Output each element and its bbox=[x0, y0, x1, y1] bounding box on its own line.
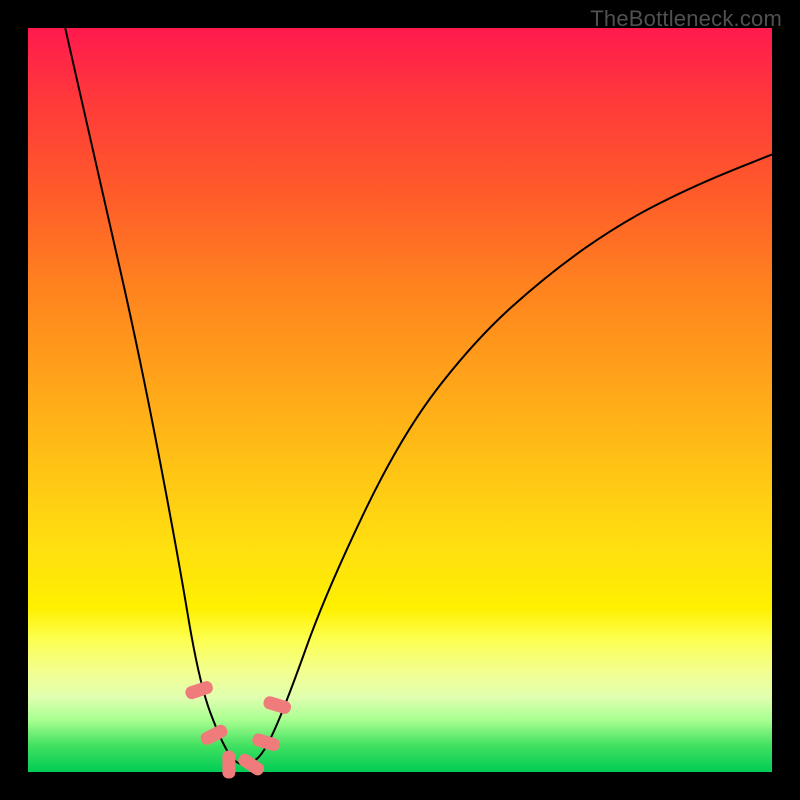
highlight-marker bbox=[199, 723, 230, 747]
highlight-marker bbox=[251, 732, 282, 752]
highlight-marker bbox=[236, 751, 267, 777]
bottleneck-curve bbox=[65, 28, 772, 765]
highlight-marker bbox=[222, 751, 235, 779]
highlight-marker bbox=[184, 680, 215, 701]
bottleneck-plot bbox=[28, 28, 772, 772]
chart-area bbox=[28, 28, 772, 772]
